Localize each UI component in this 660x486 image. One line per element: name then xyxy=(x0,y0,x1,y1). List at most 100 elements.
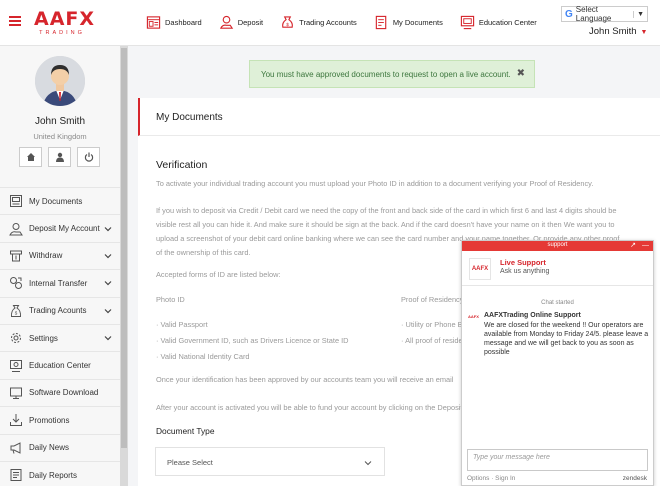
accepted-forms-text: Accepted forms of ID are listed below: xyxy=(156,270,281,279)
user-menu[interactable]: John Smith ▼ xyxy=(589,26,647,37)
sidebar-item-daily-news[interactable]: Daily News xyxy=(0,433,120,461)
top-bar: AAFX TRADING Dashboard Deposit $ Trading… xyxy=(0,0,660,46)
profile-button[interactable] xyxy=(48,147,71,167)
minimize-icon[interactable]: — xyxy=(642,242,649,249)
hamburger-menu-icon[interactable] xyxy=(9,16,21,26)
promotions-icon xyxy=(10,414,22,427)
withdraw-icon xyxy=(10,250,22,262)
zendesk-label: zendesk xyxy=(622,475,647,482)
caret-down-icon: ▼ xyxy=(640,29,648,36)
home-button[interactable] xyxy=(19,147,42,167)
sidebar-item-label: Settings xyxy=(29,333,58,343)
document-type-value: Please Select xyxy=(167,458,213,467)
alert-text: You must have approved documents to requ… xyxy=(261,69,511,79)
sidebar-item-my-documents[interactable]: My Documents xyxy=(0,187,120,214)
support-options-link[interactable]: Options · Sign In xyxy=(467,475,515,482)
logo-sub: TRADING xyxy=(39,30,85,36)
sidebar-item-label: Daily Reports xyxy=(29,470,78,480)
avatar xyxy=(35,56,85,106)
fund-note: After your account is activated you will… xyxy=(156,403,463,412)
deposit-icon xyxy=(219,15,233,29)
sidebar-item-withdraw[interactable]: Withdraw xyxy=(0,241,120,269)
approved-note: Once your identification has been approv… xyxy=(156,375,454,384)
popout-icon[interactable]: ↗ xyxy=(630,242,636,249)
sidebar-item-label: Internal Transfer xyxy=(29,278,88,288)
proof-item: · Utility or Phone Bill xyxy=(401,320,468,329)
profile-country: United Kingdom xyxy=(33,132,87,141)
support-agent-name: Live Support xyxy=(500,258,546,267)
profile-buttons xyxy=(19,147,106,167)
message-logo: AAFX xyxy=(468,314,479,319)
nav-education-center-label: Education Center xyxy=(478,18,537,27)
sidebar-item-deposit-my-account[interactable]: Deposit My Account xyxy=(0,214,120,241)
message-body: We are closed for the weekend !! Our ope… xyxy=(484,322,649,356)
photo-id-item: · Valid National Identity Card xyxy=(156,352,250,361)
support-agent-sub: Ask us anything xyxy=(500,268,550,275)
chat-started-label: Chat started xyxy=(541,300,574,306)
support-agent: AAFX Live Support Ask us anything xyxy=(462,251,653,286)
home-icon xyxy=(26,153,35,161)
sidebar-item-label: My Documents xyxy=(29,196,83,206)
intro-text: To activate your individual trading acco… xyxy=(156,179,594,188)
power-icon xyxy=(84,152,93,162)
page-title: My Documents xyxy=(156,112,223,123)
svg-text:$: $ xyxy=(15,310,18,315)
verification-heading: Verification xyxy=(156,159,208,171)
logout-button[interactable] xyxy=(77,147,100,167)
document-type-select[interactable]: Please Select xyxy=(155,447,385,476)
nav-dashboard-label: Dashboard xyxy=(165,18,202,27)
nav-dashboard[interactable]: Dashboard xyxy=(146,15,202,30)
sidebar-scrollbar[interactable] xyxy=(120,46,128,486)
documents-icon xyxy=(10,195,22,208)
sidebar-item-settings[interactable]: Settings xyxy=(0,323,120,351)
close-icon[interactable]: ✖ xyxy=(517,68,525,79)
profile-name: John Smith xyxy=(34,116,86,127)
support-header: support ↗ — xyxy=(462,241,653,251)
support-controls: ↗ — xyxy=(624,241,649,249)
photo-id-heading: Photo ID xyxy=(156,295,185,304)
dashboard-icon xyxy=(146,16,161,29)
nav-deposit[interactable]: Deposit xyxy=(219,15,263,30)
svg-text:$: $ xyxy=(286,22,289,27)
card-text-line: of the ownership of this card. xyxy=(156,248,251,257)
sidebar-item-education-center[interactable]: Education Center xyxy=(0,351,120,378)
logo[interactable]: AAFX TRADING xyxy=(34,8,96,38)
language-label: Select Language xyxy=(575,5,612,23)
user-name: John Smith xyxy=(589,26,637,37)
language-select[interactable]: G Select Language ▼ xyxy=(561,5,648,23)
logo-brand: AAFX xyxy=(34,8,96,30)
trading-accounts-icon: $ xyxy=(10,304,22,317)
nav-education-center[interactable]: Education Center xyxy=(460,15,537,30)
trading-accounts-icon: $ xyxy=(282,16,294,28)
chevron-down-icon xyxy=(104,336,112,341)
sidebar-item-daily-reports[interactable]: Daily Reports xyxy=(0,460,120,486)
support-logo: AAFX xyxy=(469,258,491,280)
language-caret-icon: ▼ xyxy=(633,10,644,18)
sidebar-item-internal-transfer[interactable]: Internal Transfer xyxy=(0,269,120,296)
nav-my-documents[interactable]: My Documents xyxy=(374,15,443,30)
sidebar-item-software-download[interactable]: Software Download xyxy=(0,378,120,406)
card-text-line: If you wish to deposit via Credit / Debi… xyxy=(156,206,617,215)
nav-deposit-label: Deposit xyxy=(237,18,264,27)
nav-trading-accounts[interactable]: $ Trading Accounts xyxy=(280,15,357,30)
sidebar-menu: My Documents Deposit My Account Withdraw… xyxy=(0,187,120,486)
scrollbar-thumb[interactable] xyxy=(121,48,127,448)
message-input[interactable]: Type your message here xyxy=(467,449,648,471)
chevron-down-icon xyxy=(104,308,112,314)
sidebar-item-promotions[interactable]: Promotions xyxy=(0,406,120,433)
sidebar-item-trading-acounts[interactable]: $ Trading Acounts xyxy=(0,296,120,324)
sidebar: John Smith United Kingdom My Documents D… xyxy=(0,46,120,486)
education-icon xyxy=(10,359,22,372)
chevron-down-icon xyxy=(104,226,112,231)
card-header: My Documents xyxy=(138,98,660,136)
photo-id-item: · Valid Government ID, such as Drivers L… xyxy=(156,336,349,345)
sidebar-item-label: Education Center xyxy=(29,361,91,371)
photo-id-item: · Valid Passport xyxy=(156,320,208,329)
sidebar-item-label: Deposit My Account xyxy=(29,224,100,234)
card-text-line: visible rest all you can hide it. And ma… xyxy=(156,220,615,229)
chevron-down-icon xyxy=(364,461,372,466)
sidebar-item-label: Withdraw xyxy=(29,251,63,261)
message-sender: AAFXTrading Online Support xyxy=(484,312,581,319)
transfer-icon xyxy=(10,277,22,290)
live-support-widget: support ↗ — AAFX Live Support Ask us anyt… xyxy=(461,240,654,486)
